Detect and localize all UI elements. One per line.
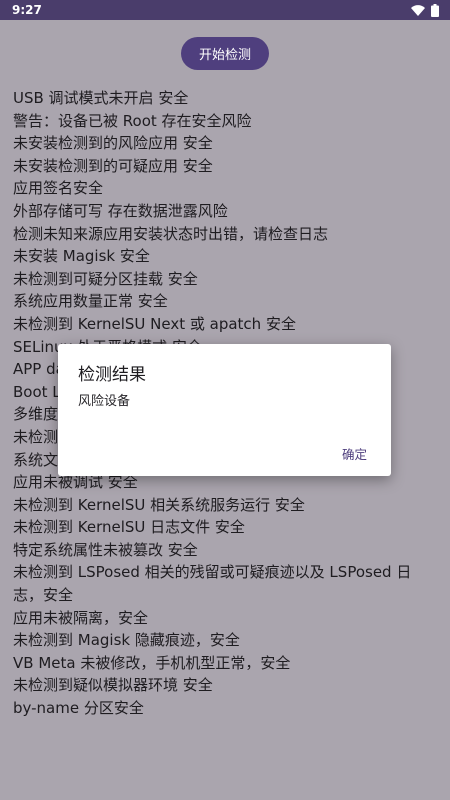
result-line: 未检测到可疑分区挂载 安全 [13, 269, 198, 288]
status-icons [411, 3, 439, 17]
result-line: 未检测到 KernelSU 相关系统服务运行 安全 [13, 495, 305, 514]
result-line: 未检测到 KernelSU Next 或 apatch 安全 [13, 314, 296, 333]
result-line: VB Meta 未被修改，手机机型正常，安全 [13, 653, 291, 672]
result-dialog: 检测结果 风险设备 确定 [58, 344, 391, 476]
result-line: 未检测到 LSPosed 相关的残留或可疑痕迹以及 LSPosed 日志，安全 [13, 563, 412, 605]
result-line: 特定系统属性未被篡改 安全 [13, 540, 198, 559]
result-line: 未安装检测到的可疑应用 安全 [13, 156, 213, 175]
status-bar: 9:27 [0, 0, 450, 20]
result-line: USB 调试模式未开启 安全 [13, 89, 189, 107]
wifi-icon [411, 4, 425, 16]
result-line: 未安装 Magisk 安全 [13, 247, 150, 266]
result-line: by-name 分区安全 [13, 699, 144, 718]
result-line: 系统应用数量正常 安全 [13, 292, 168, 311]
result-line: 未检测到疑似模拟器环境 安全 [13, 676, 213, 695]
dialog-confirm-button[interactable]: 确定 [342, 444, 367, 463]
start-detection-button[interactable]: 开始检测 [181, 37, 269, 70]
result-line: 未检测到 Magisk 隐藏痕迹，安全 [13, 631, 240, 650]
result-line: 应用未被隔离，安全 [13, 608, 149, 627]
battery-icon [431, 3, 439, 17]
result-line: 检测未知来源应用安装状态时出错，请检查日志 [13, 224, 329, 243]
status-time: 9:27 [12, 3, 42, 17]
result-line: 外部存储可写 存在数据泄露风险 [13, 201, 228, 220]
result-line: 未安装检测到的风险应用 安全 [13, 134, 213, 153]
result-line: 未检测到 KernelSU 日志文件 安全 [13, 518, 245, 537]
dialog-message: 风险设备 [78, 394, 131, 409]
result-line: 警告：设备已被 Root 存在安全风险 [13, 111, 252, 130]
result-line: 应用签名安全 [13, 179, 104, 198]
dialog-title: 检测结果 [78, 365, 146, 385]
